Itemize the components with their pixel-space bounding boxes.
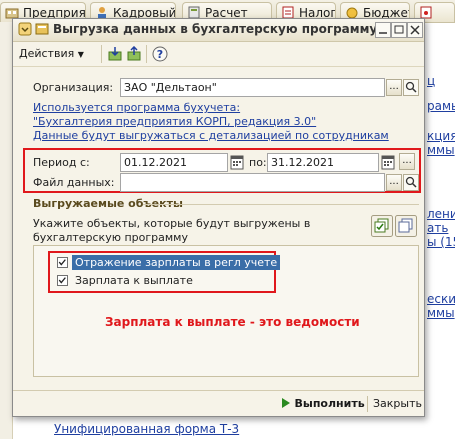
svg-text:?: ? xyxy=(157,48,163,61)
actions-menu-button[interactable]: Действия ▼ xyxy=(19,47,84,60)
dialog-app-icon xyxy=(35,23,49,35)
calendar-icon[interactable] xyxy=(381,154,395,170)
accounting-edition-link[interactable]: "Бухгалтерия предприятия КОРП, редакция … xyxy=(33,115,316,128)
footer-separator xyxy=(367,396,368,412)
organization-open-icon[interactable] xyxy=(403,79,419,96)
footer-divider xyxy=(13,390,424,391)
section-hint: Укажите объекты, которые будут выгружены… xyxy=(33,217,311,244)
calendar-icon[interactable] xyxy=(230,154,244,170)
close-label: Закрыть xyxy=(373,397,422,410)
restore-settings-icon[interactable] xyxy=(126,46,142,62)
dialog-titlebar: Выгрузка данных в бухгалтерскую программ… xyxy=(13,19,424,42)
actions-label: Действия xyxy=(19,47,75,60)
window-menu-icon[interactable] xyxy=(18,22,32,36)
period-select-button[interactable]: ... xyxy=(399,153,415,170)
period-from-label: Период с: xyxy=(33,156,90,169)
search-icon[interactable] xyxy=(403,174,419,191)
employee-detail-link[interactable]: Данные будут выгружаться с детализацией … xyxy=(33,129,389,142)
background-link[interactable]: ммы xyxy=(427,306,455,320)
data-file-select-button[interactable]: ... xyxy=(386,174,402,191)
period-to-field[interactable]: 31.12.2021 xyxy=(267,153,379,172)
maximize-icon[interactable] xyxy=(391,22,407,38)
data-file-label: Файл данных: xyxy=(33,176,115,189)
check-all-icon[interactable] xyxy=(371,215,393,237)
data-file-field[interactable] xyxy=(120,173,385,192)
uncheck-all-icon[interactable] xyxy=(395,215,417,237)
background-link[interactable]: рамы xyxy=(427,99,455,113)
close-button[interactable]: Закрыть xyxy=(373,397,422,410)
background-link[interactable]: ления xyxy=(427,207,455,221)
save-settings-icon[interactable] xyxy=(107,46,123,62)
run-label: Выполнить xyxy=(294,397,365,410)
section-divider xyxy=(143,204,419,205)
organization-field[interactable]: ЗАО "Дельтаон" xyxy=(120,78,385,97)
background-link[interactable]: ать xyxy=(427,221,448,235)
export-dialog: Выгрузка данных в бухгалтерскую программ… xyxy=(12,18,425,417)
accounting-program-link[interactable]: Используется программа бухучета: xyxy=(33,101,240,114)
list-item[interactable]: Отражение зарплаты в регл учете xyxy=(55,255,281,270)
checkmark-icon xyxy=(58,259,66,266)
period-from-field[interactable]: 01.12.2021 xyxy=(120,153,228,172)
dialog-toolbar: Действия ▼ ? xyxy=(13,42,424,67)
checkbox[interactable] xyxy=(57,275,68,286)
list-item-label: Отражение зарплаты в регл учете xyxy=(72,255,281,270)
organization-label: Организация: xyxy=(33,81,114,94)
chevron-down-icon: ▼ xyxy=(77,50,84,59)
checkbox[interactable] xyxy=(57,257,68,268)
toolbar-divider xyxy=(101,45,102,63)
checkmark-icon xyxy=(58,277,66,284)
minimize-icon[interactable] xyxy=(375,22,391,38)
background-link[interactable]: ц xyxy=(427,74,435,88)
close-icon[interactable] xyxy=(407,22,423,38)
dialog-title: Выгрузка данных в бухгалтерскую программ… xyxy=(53,22,378,36)
background-link[interactable]: ески xyxy=(427,292,455,306)
annotation-text: Зарплата к выплате - это ведомости xyxy=(105,315,360,329)
background-link[interactable]: кция xyxy=(427,129,455,143)
play-icon xyxy=(282,398,290,408)
organization-select-button[interactable]: ... xyxy=(386,79,402,96)
background-link[interactable]: ы (15 xyxy=(427,235,455,249)
run-button[interactable]: Выполнить xyxy=(281,397,365,410)
unified-form-t3-link[interactable]: Унифицированная форма Т-3 xyxy=(54,422,239,436)
list-item-label: Зарплата к выплате xyxy=(75,274,193,287)
list-item[interactable]: Зарплата к выплате xyxy=(55,273,245,288)
period-to-label: по: xyxy=(249,156,267,169)
help-icon[interactable]: ? xyxy=(152,46,168,62)
background-link[interactable]: ммы xyxy=(427,143,455,157)
toolbar-divider xyxy=(146,45,147,63)
